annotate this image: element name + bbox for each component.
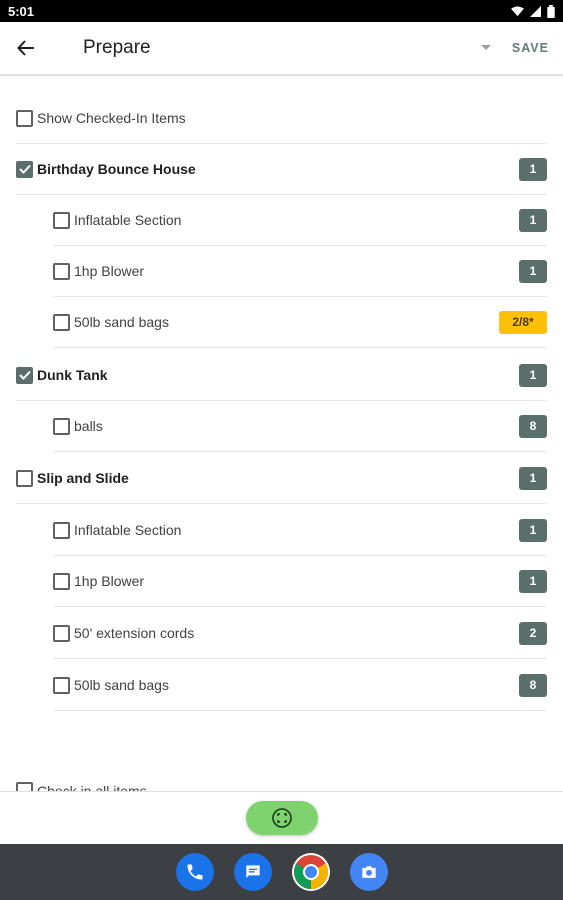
back-button[interactable] [0, 21, 52, 75]
item-label: 50lb sand bags [74, 677, 169, 693]
list-item[interactable]: 1hp Blower 1 [53, 556, 547, 607]
quantity-badge: 1 [519, 569, 547, 593]
item-label: Slip and Slide [37, 470, 129, 486]
item-checkbox[interactable] [53, 624, 70, 642]
quantity-badge: 1 [519, 259, 547, 283]
item-label: 50' extension cords [74, 625, 195, 641]
item-checkbox[interactable] [53, 417, 70, 435]
list-item[interactable]: Inflatable Section 1 [53, 195, 547, 246]
list-item[interactable]: Inflatable Section 1 [53, 505, 547, 556]
item-label: Inflatable Section [74, 212, 182, 228]
check-in-all-checkbox[interactable] [16, 782, 33, 791]
quantity-badge: 2 [519, 621, 547, 645]
item-list: Show Checked-In Items Birthday Bounce Ho… [0, 78, 563, 791]
phone-app-button[interactable] [175, 853, 214, 891]
quantity-badge: 8 [519, 414, 547, 438]
chrome-app-button[interactable] [291, 853, 330, 891]
messages-app-button[interactable] [233, 853, 272, 891]
item-label: Inflatable Section [74, 522, 182, 538]
item-label: balls [74, 418, 103, 434]
arrow-drop-down-icon [480, 45, 491, 50]
item-checkbox[interactable] [53, 211, 70, 229]
item-checkbox[interactable] [16, 160, 33, 178]
chrome-icon [293, 855, 328, 889]
scan-icon [271, 808, 292, 828]
list-item[interactable]: Dunk Tank 1 [16, 350, 547, 401]
dropdown-button[interactable] [474, 21, 498, 75]
item-checkbox[interactable] [53, 313, 70, 331]
check-in-all-row[interactable]: Check in all items [16, 765, 547, 791]
save-button[interactable]: SAVE [512, 41, 549, 55]
scan-button[interactable] [245, 801, 318, 835]
wifi-icon [511, 5, 524, 16]
camera-app-button[interactable] [349, 853, 388, 891]
list-item[interactable]: 1hp Blower 1 [53, 246, 547, 297]
check-in-all-label: Check in all items [37, 782, 147, 792]
status-icons [511, 4, 555, 18]
page-title: Prepare [83, 37, 151, 58]
check-icon [18, 370, 31, 380]
signal-icon [530, 5, 541, 17]
status-bar: 5:01 [0, 0, 563, 22]
item-checkbox[interactable] [53, 676, 70, 694]
item-checkbox[interactable] [53, 521, 70, 539]
app-dock [0, 844, 563, 900]
item-checkbox[interactable] [53, 572, 70, 590]
quantity-badge: 1 [519, 157, 547, 181]
check-icon [18, 164, 31, 174]
phone-icon [187, 864, 202, 880]
item-checkbox[interactable] [16, 366, 33, 384]
list-item[interactable]: Slip and Slide 1 [16, 453, 547, 504]
quantity-badge: 1 [519, 363, 547, 387]
item-label: 1hp Blower [74, 573, 145, 589]
show-checked-in-checkbox[interactable] [16, 109, 33, 127]
battery-icon [547, 4, 555, 18]
item-label: 50lb sand bags [74, 314, 169, 330]
item-checkbox[interactable] [16, 469, 33, 487]
app-bar: Prepare SAVE [0, 22, 563, 76]
list-item[interactable]: 50lb sand bags 2/8* [53, 297, 547, 348]
arrow-back-icon [17, 40, 34, 56]
list-item[interactable]: 50' extension cords 2 [53, 608, 547, 659]
bottom-action-bar [0, 791, 563, 844]
item-label: 1hp Blower [74, 263, 145, 279]
show-checked-in-row[interactable]: Show Checked-In Items [16, 93, 547, 144]
camera-icon [361, 866, 376, 878]
quantity-badge: 1 [519, 518, 547, 542]
messages-icon [245, 865, 260, 878]
item-label: Birthday Bounce House [37, 161, 196, 177]
list-item[interactable]: balls 8 [53, 401, 547, 452]
item-label: Dunk Tank [37, 367, 108, 383]
quantity-warning-badge: 2/8* [499, 310, 547, 334]
quantity-badge: 1 [519, 208, 547, 232]
quantity-badge: 1 [519, 466, 547, 490]
quantity-badge: 8 [519, 673, 547, 697]
list-item[interactable]: 50lb sand bags 8 [53, 660, 547, 711]
status-time: 5:01 [8, 3, 35, 19]
item-checkbox[interactable] [53, 262, 70, 280]
show-checked-in-label: Show Checked-In Items [37, 110, 186, 126]
list-item[interactable]: Birthday Bounce House 1 [16, 144, 547, 195]
